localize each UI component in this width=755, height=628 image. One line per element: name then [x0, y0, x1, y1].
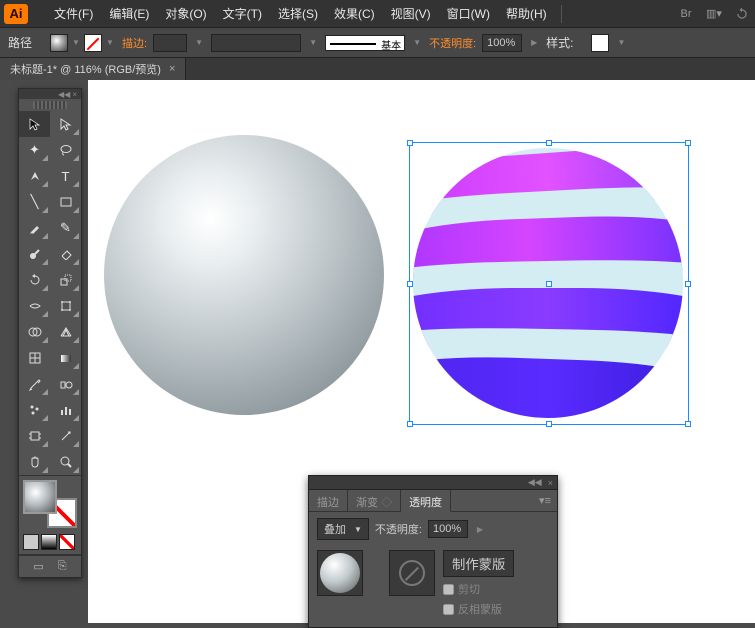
menu-effect[interactable]: 效果(C) [326, 5, 383, 22]
chevron-right-icon[interactable]: ▶ [528, 38, 540, 47]
gradient-tool[interactable] [50, 345, 81, 371]
menu-object[interactable]: 对象(O) [157, 5, 214, 22]
color-mode[interactable] [23, 534, 39, 550]
selection-bounding-box[interactable] [409, 142, 689, 425]
scale-tool[interactable] [50, 267, 81, 293]
screen-mode-icon[interactable]: ▭ [33, 560, 43, 573]
fill-stroke-swatch-group: ▼ ▼ [50, 34, 116, 52]
style-label: 样式: [546, 34, 573, 51]
artwork-sphere-gray[interactable] [104, 135, 384, 415]
opacity-label: 不透明度: [375, 521, 422, 537]
width-tool[interactable] [19, 293, 50, 319]
close-icon[interactable]: × [169, 63, 175, 75]
fill-swatch[interactable] [50, 34, 68, 52]
blob-brush-tool[interactable] [19, 241, 50, 267]
magic-wand-tool[interactable]: ✦ [19, 137, 50, 163]
fill-stroke-indicator[interactable] [19, 476, 81, 534]
tab-stroke[interactable]: 描边 [309, 490, 348, 511]
menu-window[interactable]: 窗口(W) [439, 5, 498, 22]
shape-builder-tool[interactable] [19, 319, 50, 345]
chevron-down-icon[interactable]: ▼ [411, 38, 423, 47]
panel-grip[interactable] [33, 101, 67, 109]
lasso-tool[interactable] [50, 137, 81, 163]
menu-file[interactable]: 文件(F) [46, 5, 101, 22]
opacity-label[interactable]: 不透明度: [429, 35, 476, 51]
app-logo: Ai [4, 4, 28, 24]
document-tab[interactable]: 未标题-1* @ 116% (RGB/预览) × [0, 58, 186, 80]
menu-select[interactable]: 选择(S) [270, 5, 326, 22]
control-bar: 路径 ▼ ▼ 描边: ▼ ▼ 基本 ▼ 不透明度: ▶ 样式: ▼ [0, 28, 755, 58]
arrange-icon[interactable]: ▥▾ [705, 5, 723, 23]
paintbrush-tool[interactable] [19, 215, 50, 241]
perspective-grid-tool[interactable] [50, 319, 81, 345]
panel-header[interactable]: ◀◀ × [309, 476, 557, 490]
selection-type-label: 路径 [8, 34, 32, 51]
hand-tool[interactable] [19, 449, 50, 475]
close-icon[interactable]: × [548, 478, 553, 488]
panel-header[interactable]: ◀◀× [19, 89, 81, 99]
menu-view[interactable]: 视图(V) [383, 5, 439, 22]
pencil-tool[interactable]: ✎ [50, 215, 81, 241]
sync-icon[interactable] [733, 5, 751, 23]
variable-width-profile[interactable] [211, 34, 301, 52]
panel-menu-icon[interactable]: ▾≡ [533, 490, 557, 511]
chevron-down-icon[interactable]: ▼ [70, 38, 82, 47]
direct-selection-tool[interactable] [50, 111, 81, 137]
menu-edit[interactable]: 编辑(E) [101, 5, 157, 22]
rotate-tool[interactable] [19, 267, 50, 293]
blend-tool[interactable] [50, 371, 81, 397]
chevron-down-icon[interactable]: ▼ [193, 38, 205, 47]
chevron-down-icon[interactable]: ▼ [104, 38, 116, 47]
tools-panel: ◀◀× ✦ T ╲ ✎ [18, 88, 82, 578]
bridge-icon[interactable]: Br [677, 5, 695, 23]
stroke-swatch[interactable] [84, 34, 102, 52]
artboard-tool[interactable] [19, 423, 50, 449]
line-tool[interactable]: ╲ [19, 189, 50, 215]
stroke-label[interactable]: 描边: [122, 35, 147, 51]
mesh-tool[interactable] [19, 345, 50, 371]
column-graph-tool[interactable] [50, 397, 81, 423]
menu-bar: Ai 文件(F) 编辑(E) 对象(O) 文字(T) 选择(S) 效果(C) 视… [0, 0, 755, 28]
none-mode[interactable] [59, 534, 75, 550]
tab-gradient[interactable]: 渐变 ◇ [348, 490, 401, 511]
chevron-down-icon[interactable]: ▼ [307, 38, 319, 47]
invert-mask-checkbox[interactable]: 反相蒙版 [443, 601, 514, 617]
panel-opacity-input[interactable] [428, 520, 468, 538]
blend-mode-select[interactable]: 叠加▼ [317, 518, 369, 540]
chevron-down-icon[interactable]: ▼ [615, 38, 627, 47]
document-tab-bar: 未标题-1* @ 116% (RGB/预览) × [0, 58, 755, 80]
rectangle-tool[interactable] [50, 189, 81, 215]
document-title: 未标题-1* @ 116% (RGB/预览) [10, 61, 161, 77]
eraser-tool[interactable] [50, 241, 81, 267]
type-tool[interactable]: T [50, 163, 81, 189]
gradient-mode[interactable] [41, 534, 57, 550]
clip-checkbox[interactable]: 剪切 [443, 581, 514, 597]
change-screen-mode[interactable]: ⎘ [58, 560, 67, 573]
zoom-tool[interactable] [50, 449, 81, 475]
opacity-input[interactable] [482, 34, 522, 52]
transparency-thumbnail[interactable] [317, 550, 363, 596]
none-icon [399, 560, 425, 586]
transparency-panel: ◀◀ × 描边 渐变 ◇ 透明度 ▾≡ 叠加▼ 不透明度: ▶ 制作蒙版 剪切 反… [308, 475, 558, 628]
pen-tool[interactable] [19, 163, 50, 189]
menu-type[interactable]: 文字(T) [215, 5, 270, 22]
tab-transparency[interactable]: 透明度 [401, 490, 451, 512]
brush-definition[interactable]: 基本 [325, 35, 405, 51]
stroke-weight-input[interactable] [153, 34, 187, 52]
make-mask-button[interactable]: 制作蒙版 [443, 550, 514, 577]
mask-thumbnail[interactable] [389, 550, 435, 596]
free-transform-tool[interactable] [50, 293, 81, 319]
slice-tool[interactable] [50, 423, 81, 449]
menu-help[interactable]: 帮助(H) [498, 5, 555, 22]
fill-indicator[interactable] [23, 480, 57, 514]
eyedropper-tool[interactable] [19, 371, 50, 397]
collapse-icon[interactable]: ◀◀ [528, 477, 542, 488]
symbol-sprayer-tool[interactable] [19, 397, 50, 423]
style-swatch[interactable] [591, 34, 609, 52]
separator [561, 5, 562, 23]
chevron-right-icon[interactable]: ▶ [474, 525, 486, 534]
selection-tool[interactable] [19, 111, 50, 137]
